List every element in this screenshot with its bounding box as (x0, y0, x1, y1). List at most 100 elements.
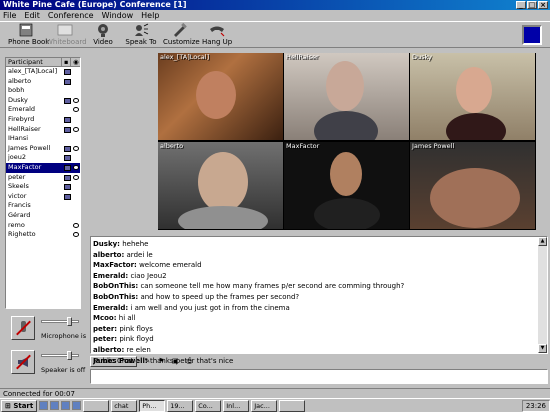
participant-row[interactable]: Emerald (6, 105, 80, 115)
participant-row[interactable]: HellRaiser (6, 125, 80, 135)
window-title: White Pine Cafe (Europe) Conference [1] (3, 0, 187, 9)
phone-book-button[interactable]: Phone Book (8, 23, 49, 48)
participant-row[interactable]: victor (6, 192, 80, 202)
participant-row[interactable]: joeu2 (6, 153, 80, 163)
video-on-icon[interactable] (64, 155, 71, 162)
scroll-up-icon[interactable]: ▲ (538, 237, 547, 246)
video-tile[interactable]: alex_[TA]Local] (158, 53, 283, 140)
video-on-icon[interactable] (64, 69, 71, 75)
quick-launch-icon[interactable] (72, 401, 82, 410)
microphone-toggle-button[interactable] (11, 316, 35, 340)
print-icon[interactable]: ⎙ (185, 357, 193, 365)
watching-icon[interactable] (73, 145, 79, 151)
settings-icon[interactable]: ✎ (143, 357, 151, 365)
microphone-volume-thumb[interactable] (67, 317, 72, 326)
participant-row[interactable]: Dusky (6, 96, 80, 106)
participant-row[interactable]: Gérard (6, 211, 80, 221)
menu-window[interactable]: Window (102, 10, 134, 21)
video-column-header[interactable]: ▪ (62, 58, 71, 66)
taskbar-button[interactable]: chat (111, 399, 138, 412)
chat-message: Mcoo: hi all (93, 313, 535, 324)
menu-edit[interactable]: Edit (24, 10, 40, 21)
close-button[interactable]: × (538, 1, 548, 9)
watching-icon[interactable] (73, 126, 79, 132)
video-on-icon[interactable] (64, 126, 71, 133)
video-on-icon[interactable] (64, 184, 71, 191)
video-button[interactable]: Video (92, 23, 114, 48)
participant-row[interactable]: Francis (6, 201, 80, 211)
participant-row[interactable]: IHansi (6, 134, 80, 144)
save-icon[interactable]: ▣ (171, 357, 179, 365)
participant-column-header[interactable]: Participant (6, 58, 62, 66)
whiteboard-button[interactable]: Whiteboard (46, 23, 87, 48)
speaker-volume-slider[interactable] (41, 351, 79, 360)
participant-row[interactable]: James Powell (6, 144, 80, 154)
video-tile[interactable]: alberto (158, 142, 283, 229)
taskbar-button[interactable] (83, 399, 110, 412)
participant-name: alex_[TA]Local] (8, 67, 58, 75)
speaker-toggle-button[interactable] (11, 350, 35, 374)
menu-help[interactable]: Help (141, 10, 159, 21)
hang-up-button[interactable]: Hang Up (202, 23, 232, 48)
taskbar-buttons: chat Ph... 19... Co... Inl... Jac... (83, 399, 306, 412)
video-tile[interactable]: Dusky (410, 53, 535, 140)
video-tile[interactable]: MaxFactor (284, 142, 409, 229)
video-on-icon[interactable] (64, 145, 71, 152)
minimize-button[interactable]: _ (516, 1, 526, 9)
customize-icon (174, 23, 187, 37)
taskbar-button[interactable]: Co... (195, 399, 222, 412)
video-tile[interactable]: HellRaiser (284, 53, 409, 140)
taskbar-button[interactable]: Inl... (223, 399, 250, 412)
chat-scrollbar[interactable]: ▲ ▼ (538, 237, 547, 353)
taskbar-button[interactable]: Jac... (251, 399, 278, 412)
video-on-icon[interactable] (64, 174, 71, 181)
speaker-volume-thumb[interactable] (67, 351, 72, 360)
video-on-icon[interactable] (64, 78, 71, 85)
watching-icon[interactable] (73, 222, 79, 228)
taskbar-button[interactable]: Ph... (139, 399, 166, 412)
watching-icon[interactable] (73, 97, 79, 103)
quick-launch-icon[interactable] (39, 401, 49, 410)
watching-icon[interactable] (73, 174, 79, 180)
video-on-icon[interactable] (64, 116, 71, 123)
menu-conference[interactable]: Conference (48, 10, 94, 21)
quick-launch-icon[interactable] (61, 401, 71, 410)
flag-icon[interactable]: ⚑ (157, 357, 165, 365)
participant-row[interactable]: alex_[TA]Local] (6, 67, 80, 77)
chat-message: peter: pink floys (93, 324, 535, 335)
participant-row[interactable]: MaxFactor (6, 162, 80, 173)
scroll-down-icon[interactable]: ▼ (538, 344, 547, 353)
customize-button[interactable]: Customize (163, 23, 200, 48)
participant-row[interactable]: peter (6, 173, 80, 183)
watching-icon[interactable] (73, 107, 79, 113)
participant-row[interactable]: Skeels (6, 182, 80, 192)
start-button[interactable]: ⊞ Start (1, 399, 38, 412)
menu-file[interactable]: File (3, 10, 16, 21)
participant-row[interactable]: bobh (6, 86, 80, 96)
video-on-icon[interactable] (64, 164, 71, 171)
microphone-volume-slider[interactable] (41, 317, 79, 326)
participant-list[interactable]: Participant ▪ ◉ alex_[TA]Local]alberto bo… (5, 57, 81, 309)
public-chat-tab[interactable]: Public Chat (90, 355, 138, 367)
watching-icon[interactable] (73, 232, 79, 238)
quick-launch-icon[interactable] (50, 401, 60, 410)
maximize-button[interactable]: □ (527, 1, 537, 9)
watching-icon[interactable] (73, 164, 79, 170)
taskbar-button[interactable] (279, 399, 306, 412)
watch-column-header[interactable]: ◉ (71, 58, 80, 66)
video-on-icon[interactable] (64, 193, 71, 200)
participant-row[interactable]: alberto (6, 77, 80, 87)
taskbar-button[interactable]: 19... (167, 399, 194, 412)
participant-name: Skeels (8, 182, 29, 191)
chat-sender: Dusky: (93, 240, 120, 248)
chat-log[interactable]: Dusky: hehehe alberto: ardei le MaxFactor:… (90, 236, 548, 365)
video-tile[interactable]: James Powell (410, 142, 535, 229)
participant-row[interactable]: Righetto (6, 230, 80, 240)
chat-text: and how to speed up the frames per secon… (138, 292, 300, 301)
video-on-icon[interactable] (64, 97, 71, 104)
participant-row[interactable]: Firebyrd (6, 115, 80, 125)
speak-to-button[interactable]: Speak To (125, 23, 157, 48)
chat-input[interactable] (90, 369, 548, 384)
participant-row[interactable]: remo (6, 221, 80, 231)
participant-shirt (314, 198, 380, 229)
